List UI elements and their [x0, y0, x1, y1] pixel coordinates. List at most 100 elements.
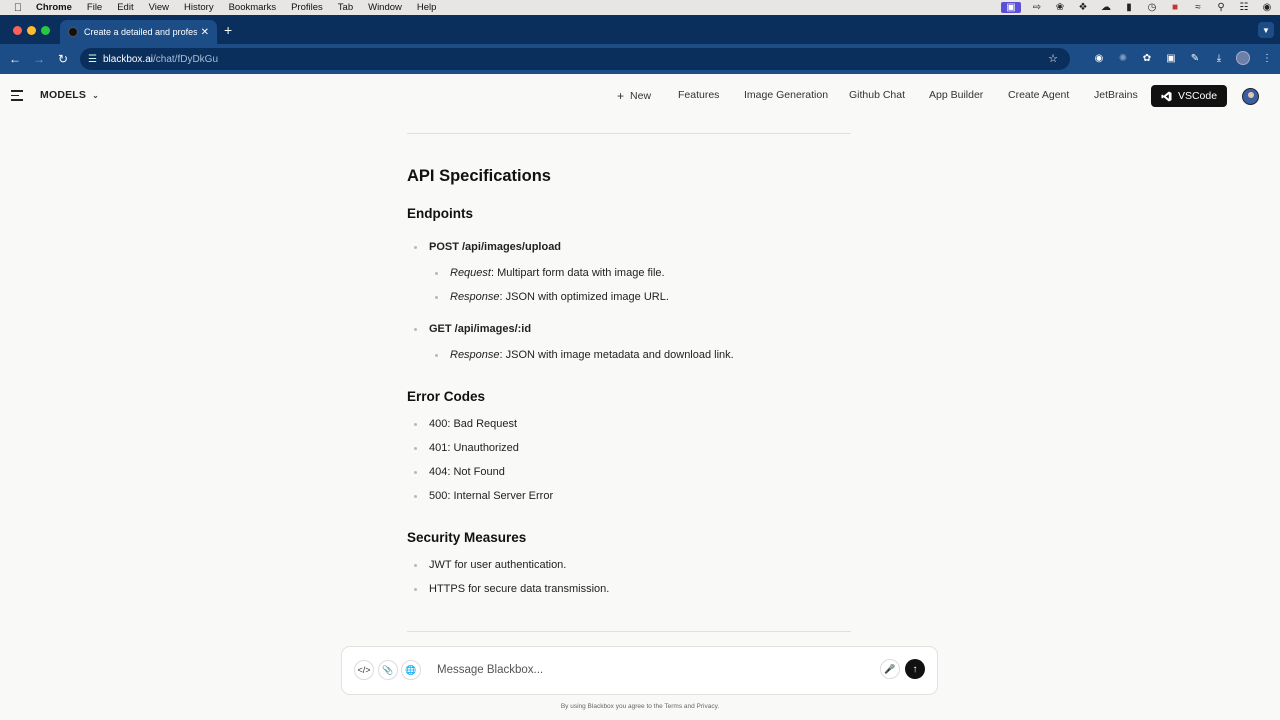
menu-window[interactable]: Window: [368, 2, 402, 13]
battery-icon[interactable]: ▮: [1122, 2, 1136, 13]
close-window-button[interactable]: [13, 26, 22, 35]
list-item-endpoint-get: GET /api/images/:id: [413, 323, 532, 335]
siri-icon[interactable]: ◉: [1260, 2, 1274, 13]
nav-image-generation[interactable]: Image Generation: [744, 89, 828, 101]
reload-icon[interactable]: ↻: [51, 52, 75, 66]
red-app-icon[interactable]: ■: [1168, 2, 1182, 13]
nav-new-label: New: [630, 90, 652, 102]
globe-icon[interactable]: 🌐: [401, 660, 421, 680]
macos-menu-bar:  Chrome File Edit View History Bookmark…: [0, 0, 1280, 15]
extension-1-icon[interactable]: ◉: [1092, 51, 1106, 65]
menu-help[interactable]: Help: [417, 2, 437, 13]
code-icon[interactable]: </>: [354, 660, 374, 680]
status-tray: ▣ ⇨ ❀ ❖ ☁ ▮ ◷ ■ ≈ ⚲ ☷ ◉: [1001, 0, 1274, 15]
tab-search-icon[interactable]: ▼: [1258, 22, 1274, 38]
response-text: : JSON with image metadata and download …: [499, 349, 734, 361]
new-tab-icon[interactable]: +: [224, 22, 232, 38]
request-text: : Multipart form data with image file.: [490, 267, 665, 279]
list-item-security: HTTPS for secure data transmission.: [413, 583, 610, 595]
nav-create-agent[interactable]: Create Agent: [1008, 89, 1069, 101]
extension-4-icon[interactable]: ▣: [1164, 51, 1178, 65]
list-item-error: 401: Unauthorized: [414, 442, 519, 454]
microphone-icon[interactable]: 🎤: [880, 659, 900, 679]
response-text: : JSON with optimized image URL.: [499, 291, 669, 303]
blackbox-favicon-icon: [68, 27, 78, 37]
leaf-icon[interactable]: ❀: [1053, 2, 1067, 13]
response-label: Response: [450, 349, 500, 361]
sidebar-toggle-icon[interactable]: [11, 90, 23, 101]
creative-cloud-icon[interactable]: ☁: [1099, 2, 1113, 13]
divider-top: [407, 133, 851, 134]
chevron-down-icon: ⌄: [92, 90, 100, 100]
heading-error-codes: Error Codes: [407, 389, 486, 404]
wifi-icon[interactable]: ≈: [1191, 2, 1205, 13]
list-item-error: 400: Bad Request: [413, 418, 518, 430]
models-label: MODELS: [40, 89, 87, 101]
apple-icon[interactable]: : [12, 2, 24, 14]
nav-github-chat[interactable]: Github Chat: [849, 89, 905, 101]
menu-tab[interactable]: Tab: [338, 2, 353, 13]
divider-bottom: [407, 631, 851, 632]
tab-title: Create a detailed and professi: [84, 27, 197, 37]
menu-bookmarks[interactable]: Bookmarks: [229, 2, 277, 13]
browser-tab-strip: Create a detailed and professi ✕ + ▼: [0, 15, 1280, 44]
heading-security-measures: Security Measures: [407, 530, 527, 545]
extension-3-icon[interactable]: ✿: [1140, 51, 1154, 65]
vscode-label: VSCode: [1177, 90, 1218, 102]
vscode-icon: [1161, 90, 1172, 102]
vscode-button[interactable]: VSCode: [1151, 85, 1227, 107]
nav-app-builder[interactable]: App Builder: [929, 89, 983, 101]
list-item-security: JWT for user authentication.: [413, 559, 567, 571]
menu-file[interactable]: File: [87, 2, 102, 13]
chrome-menu-icon[interactable]: ⋮: [1260, 51, 1274, 65]
list-item-error: 404: Not Found: [414, 466, 505, 478]
forward-icon[interactable]: →: [27, 52, 51, 66]
url-host: blackbox.ai: [102, 53, 153, 65]
nav-features[interactable]: Features: [678, 89, 719, 101]
screen-share-icon[interactable]: ▣: [1001, 2, 1021, 13]
back-icon[interactable]: ←: [3, 52, 27, 66]
message-composer: </> 📎 🌐 🎤 ↑: [341, 646, 938, 695]
heading-endpoints: Endpoints: [407, 206, 473, 221]
models-dropdown[interactable]: MODELS ⌄: [40, 89, 99, 101]
minimize-window-button[interactable]: [27, 26, 36, 35]
terms-footer-note: By using Blackbox you agree to the Terms…: [560, 703, 720, 710]
menu-history[interactable]: History: [184, 2, 214, 13]
extension-2-icon[interactable]: ✺: [1116, 51, 1130, 65]
browser-tab-active[interactable]: Create a detailed and professi ✕: [60, 20, 217, 44]
bookmark-star-icon[interactable]: ☆: [1048, 52, 1058, 65]
attach-paperclip-icon[interactable]: 📎: [378, 660, 398, 680]
plus-icon: +: [617, 89, 625, 103]
menu-edit[interactable]: Edit: [117, 2, 133, 13]
arrow-icon[interactable]: ⇨: [1030, 2, 1044, 13]
message-input[interactable]: [437, 661, 867, 679]
menu-profiles[interactable]: Profiles: [291, 2, 323, 13]
response-label: Response: [450, 291, 500, 303]
download-icon[interactable]: ⤓: [1212, 51, 1226, 65]
profile-avatar[interactable]: [1236, 51, 1250, 65]
address-bar[interactable]: ☰ blackbox.ai/chat/fDyDkGu ☆: [80, 48, 1070, 70]
nav-jetbrains[interactable]: JetBrains: [1094, 89, 1138, 101]
zoom-window-button[interactable]: [41, 26, 50, 35]
extensions-area: ◉ ✺ ✿ ▣ ✎ ⤓ ⋮: [1092, 51, 1274, 65]
nav-new[interactable]: + New: [617, 89, 651, 103]
browser-toolbar: ← → ↻ ☰ blackbox.ai/chat/fDyDkGu ☆ ◉ ✺ ✿…: [0, 44, 1280, 74]
dropbox-icon[interactable]: ❖: [1076, 2, 1090, 13]
window-controls: [13, 26, 50, 35]
list-item-upload-request: Request: Multipart form data with image …: [435, 267, 665, 279]
user-avatar[interactable]: [1242, 88, 1259, 105]
clock-icon[interactable]: ◷: [1145, 2, 1159, 13]
list-item-get-response: Response: JSON with image metadata and d…: [435, 349, 734, 361]
search-icon[interactable]: ⚲: [1214, 2, 1228, 13]
request-label: Request: [450, 267, 491, 279]
list-item-upload-response: Response: JSON with optimized image URL.: [435, 291, 669, 303]
menu-view[interactable]: View: [149, 2, 169, 13]
extensions-puzzle-icon[interactable]: ✎: [1188, 51, 1202, 65]
send-button[interactable]: ↑: [905, 659, 925, 679]
menu-app-name[interactable]: Chrome: [36, 2, 72, 13]
site-info-icon[interactable]: ☰: [88, 54, 97, 65]
heading-api-specifications: API Specifications: [407, 167, 551, 185]
control-center-icon[interactable]: ☷: [1237, 2, 1251, 13]
close-tab-icon[interactable]: ✕: [201, 27, 209, 38]
list-item-error: 500: Internal Server Error: [413, 490, 554, 502]
